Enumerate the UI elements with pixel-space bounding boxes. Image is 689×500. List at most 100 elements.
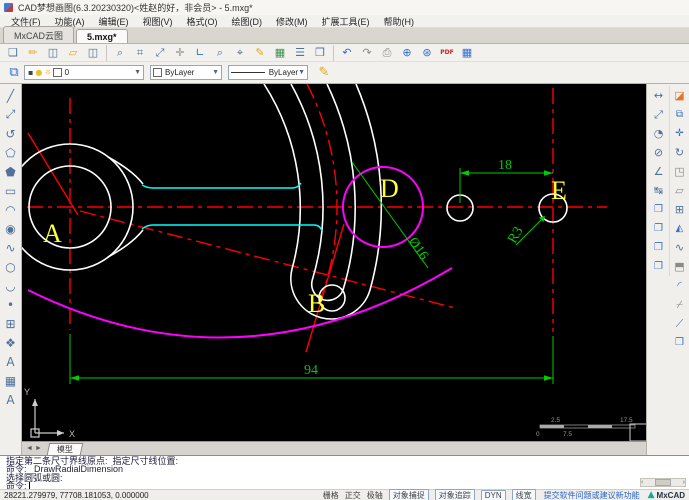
- scrollbar-thumb[interactable]: [655, 479, 671, 486]
- tab-current-file[interactable]: 5.mxg*: [76, 29, 128, 43]
- command-scrollbar[interactable]: ‹ ›: [640, 478, 686, 487]
- viewport-4-icon[interactable]: ❐: [649, 257, 669, 276]
- ucs-icon[interactable]: ∟: [190, 45, 210, 61]
- polygon-tool-icon[interactable]: ⬠: [0, 143, 21, 162]
- spline-fit-icon[interactable]: ∿: [670, 238, 689, 257]
- layer-select[interactable]: ▪ ● ☼ 0 ▼: [24, 65, 144, 80]
- menu-edit[interactable]: 编辑(E): [92, 15, 136, 28]
- array-icon[interactable]: ⊞: [670, 200, 689, 219]
- layer-list-icon[interactable]: ☰: [290, 45, 310, 61]
- construction-line-tool-icon[interactable]: ⤢: [0, 105, 21, 124]
- rectangle-tool-icon[interactable]: ▭: [0, 181, 21, 200]
- feedback-link[interactable]: 提交软件问题或建议新功能: [544, 490, 640, 500]
- open-edit-icon[interactable]: ✏: [23, 45, 43, 61]
- spline-tool-icon[interactable]: ∿: [0, 238, 21, 257]
- match-properties-icon[interactable]: ✎: [314, 65, 334, 81]
- ellipse-arc-tool-icon[interactable]: ◡: [0, 276, 21, 295]
- toggle-polar[interactable]: 极轴: [367, 490, 383, 500]
- open-folder-icon[interactable]: ▱: [63, 45, 83, 61]
- command-history-line: 命令: _DrawRadialDimension: [6, 465, 689, 473]
- dim-linear-icon[interactable]: ↔: [649, 86, 669, 105]
- polygon-edge-tool-icon[interactable]: ⬟: [0, 162, 21, 181]
- right-toolbox: ↔⤢◔⊘∠↹❐❐❐❐ ◪⧉✛↻◳▱⊞◭∿⬒◜⌿⟋❒: [646, 84, 689, 455]
- text-tool-icon[interactable]: A: [0, 352, 21, 371]
- viewport-2-icon[interactable]: ❐: [649, 219, 669, 238]
- scroll-left-icon[interactable]: ‹: [641, 479, 643, 486]
- web-open-icon[interactable]: ⊛: [417, 45, 437, 61]
- rotate-icon[interactable]: ↻: [670, 143, 689, 162]
- new-file-icon[interactable]: ❑: [3, 45, 23, 61]
- dim-aligned-icon[interactable]: ⤢: [649, 105, 669, 124]
- command-line-panel[interactable]: 指定第二条尺寸界线原点: 指定尺寸线位置: 命令: _DrawRadialDim…: [0, 455, 689, 489]
- move-icon[interactable]: ✛: [670, 124, 689, 143]
- menu-view[interactable]: 视图(V): [136, 15, 180, 28]
- tab-model[interactable]: 模型: [47, 443, 84, 455]
- menu-modify[interactable]: 修改(M): [269, 15, 315, 28]
- box-3d-icon[interactable]: ❒: [670, 333, 689, 352]
- viewport-3-icon[interactable]: ❐: [649, 238, 669, 257]
- scale-icon[interactable]: ◳: [670, 162, 689, 181]
- ellipse-tool-icon[interactable]: ○: [0, 257, 21, 276]
- menu-help[interactable]: 帮助(H): [377, 15, 422, 28]
- dim-diameter-icon[interactable]: ⊘: [649, 143, 669, 162]
- copy-icon[interactable]: ⧉: [670, 105, 689, 124]
- toggle-otrack[interactable]: 对象追踪: [435, 489, 475, 500]
- layout-prev-icon[interactable]: ◄: [26, 445, 33, 452]
- offset-icon[interactable]: ▱: [670, 181, 689, 200]
- color-select[interactable]: ByLayer ▼: [150, 65, 222, 80]
- menu-format[interactable]: 格式(O): [180, 15, 225, 28]
- tab-mxcad-cloud[interactable]: MxCAD云图: [3, 26, 74, 43]
- chamfer-icon[interactable]: ⟋: [670, 314, 689, 333]
- toggle-ortho[interactable]: 正交: [345, 490, 361, 500]
- circle-tool-icon[interactable]: ◉: [0, 219, 21, 238]
- image-insert-tool-icon[interactable]: ▦: [0, 371, 21, 390]
- point-tool-icon[interactable]: •: [0, 295, 21, 314]
- break-icon[interactable]: ⌿: [670, 295, 689, 314]
- drawing-canvas[interactable]: 18 94 R3 Ø16 A B D E X Y: [22, 84, 646, 441]
- print-icon[interactable]: ⎙: [377, 45, 397, 61]
- toggle-osnap[interactable]: 对象捕捉: [389, 489, 429, 500]
- undo-icon[interactable]: ↶: [337, 45, 357, 61]
- scroll-right-icon[interactable]: ›: [683, 479, 685, 486]
- zoom-icon[interactable]: ⌕: [110, 45, 130, 61]
- text-edit-icon[interactable]: ✎: [250, 45, 270, 61]
- find-text-icon[interactable]: ⌖: [230, 45, 250, 61]
- pdf-export-icon[interactable]: PDF: [437, 45, 457, 61]
- toggle-lineweight[interactable]: 线宽: [512, 489, 536, 500]
- redo-icon[interactable]: ↷: [357, 45, 377, 61]
- zoom-window-icon[interactable]: ⌗: [130, 45, 150, 61]
- stretch-icon[interactable]: ⬒: [670, 257, 689, 276]
- menu-draw[interactable]: 绘图(D): [225, 15, 270, 28]
- polyline-tool-icon[interactable]: ↺: [0, 124, 21, 143]
- chevron-down-icon: ▼: [212, 69, 219, 76]
- mirror-icon[interactable]: ◭: [670, 219, 689, 238]
- dimension-toolbox: ↔⤢◔⊘∠↹❐❐❐❐: [648, 86, 670, 276]
- layer-manager-icon[interactable]: ⧉: [4, 65, 24, 81]
- web-publish-icon[interactable]: ⊕: [397, 45, 417, 61]
- zoom-realtime-icon[interactable]: ⌕: [210, 45, 230, 61]
- ruler-label-17-5: 17.5: [620, 417, 633, 424]
- save-as-icon[interactable]: ◫: [83, 45, 107, 61]
- menu-express-tools[interactable]: 扩展工具(E): [315, 15, 377, 28]
- toggle-grid[interactable]: 栅格: [323, 490, 339, 500]
- line-tool-icon[interactable]: ╱: [0, 86, 21, 105]
- mtext-tool-icon[interactable]: A: [0, 390, 21, 409]
- block-create-tool-icon[interactable]: ❖: [0, 333, 21, 352]
- properties-icon[interactable]: ▦: [270, 45, 290, 61]
- arc-tool-icon[interactable]: ◠: [0, 200, 21, 219]
- block-insert-tool-icon[interactable]: ⊞: [0, 314, 21, 333]
- linetype-select[interactable]: ByLayer ▼: [228, 65, 308, 80]
- save-icon[interactable]: ◫: [43, 45, 63, 61]
- block-icon[interactable]: ❒: [310, 45, 334, 61]
- pan-icon[interactable]: ✛: [170, 45, 190, 61]
- fillet-icon[interactable]: ◜: [670, 276, 689, 295]
- image-export-icon[interactable]: ▦: [457, 45, 477, 61]
- viewport-1-icon[interactable]: ❐: [649, 200, 669, 219]
- layout-next-icon[interactable]: ►: [35, 445, 42, 452]
- dim-continue-icon[interactable]: ↹: [649, 181, 669, 200]
- toggle-dyn[interactable]: DYN: [481, 490, 506, 500]
- zoom-extents-icon[interactable]: ⤢: [150, 45, 170, 61]
- erase-icon[interactable]: ◪: [670, 86, 689, 105]
- dim-radius-icon[interactable]: ◔: [649, 124, 669, 143]
- dim-angular-icon[interactable]: ∠: [649, 162, 669, 181]
